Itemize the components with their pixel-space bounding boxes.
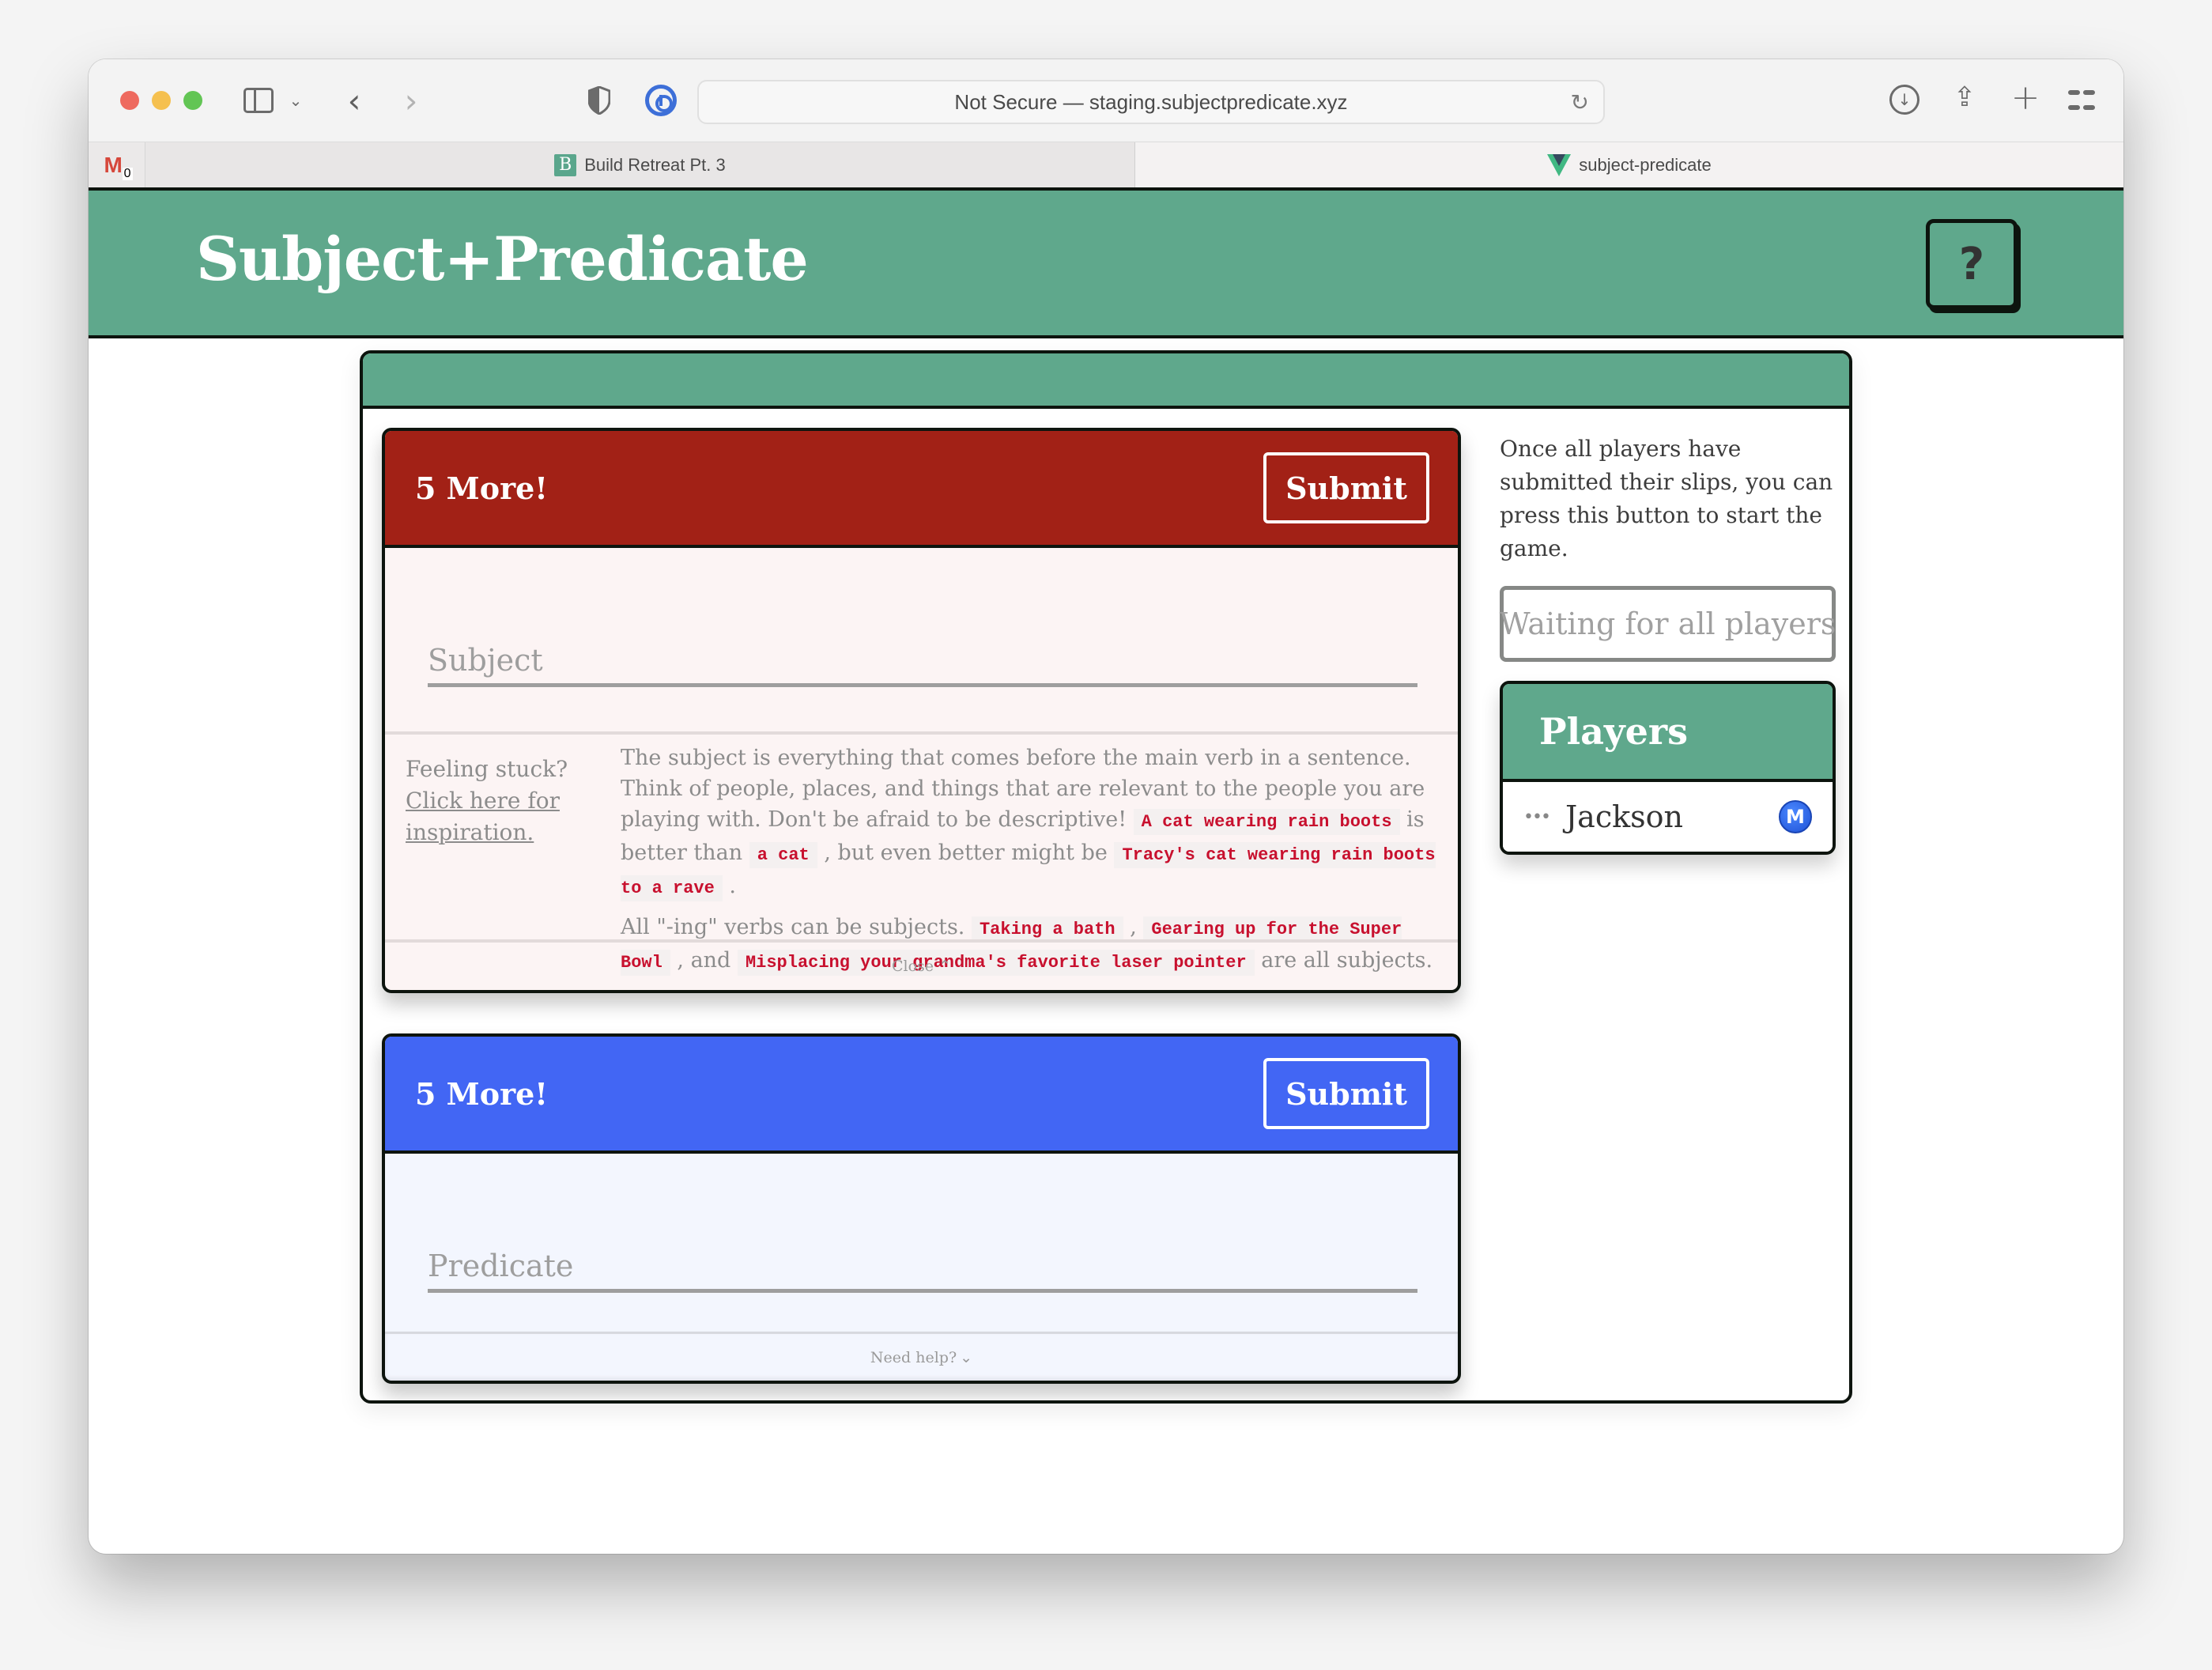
address-bar[interactable]: Not Secure — staging.subjectpredicate.xy… [697,80,1605,124]
subject-help-panel: Feeling stuck? Click here for inspiratio… [385,731,1458,976]
predicate-input[interactable] [428,1242,1417,1293]
forward-icon[interactable]: › [395,80,427,121]
predicate-input-area [385,1154,1458,1337]
card-header-bar [363,353,1849,409]
start-game-button[interactable]: Waiting for all players [1500,586,1836,662]
tab-bar: M 0 B Build Retreat Pt. 3 subject-predic… [89,142,2123,187]
example-code: A cat wearing rain boots [1133,809,1400,835]
new-tab-icon[interactable]: + [2010,77,2041,118]
help-text-span: , but even better might be [824,841,1108,865]
question-mark-icon: ? [1958,238,1985,290]
example-code: a cat [749,842,817,868]
player-name: Jackson [1565,799,1683,834]
build-favicon-icon: B [554,153,577,176]
help-text-span: All "-ing" verbs can be subjects. [621,915,965,939]
players-card: Players ••• Jackson M [1500,681,1836,855]
predicate-slip-header: 5 More! Submit [385,1037,1458,1154]
subject-input-area [385,548,1458,731]
predicate-slip: 5 More! Submit Need help? ⌄ [382,1033,1461,1384]
browser-toolbar: ⌄ ‹ › Not Secure — staging.subjectpredic… [89,59,2123,142]
back-icon[interactable]: ‹ [338,80,370,121]
slip-entry-card: 5 More! Submit Feeling stuck? Click here… [360,350,1852,1404]
url-text: Not Secure — staging.subjectpredicate.xy… [954,89,1348,114]
browser-window: ⌄ ‹ › Not Secure — staging.subjectpredic… [89,59,2123,1554]
need-help-toggle[interactable]: Need help? ⌄ [385,1332,1458,1381]
minimize-window-button[interactable] [152,91,171,110]
player-row: ••• Jackson M [1503,782,1833,852]
reload-icon[interactable]: ↻ [1571,89,1589,115]
app-title: Subject+Predicate [196,224,809,294]
game-sidebar: Once all players have submitted their sl… [1500,433,1836,855]
close-help-label: Close [892,958,934,975]
tab-label: subject-predicate [1579,154,1712,175]
players-title: Players [1503,684,1833,782]
typing-indicator-icon: ••• [1523,807,1551,827]
vue-favicon-icon [1547,153,1572,176]
tab-label: Build Retreat Pt. 3 [584,154,726,175]
inspiration-link[interactable]: Click here for inspiration. [406,785,595,848]
help-text-span: , [1130,915,1137,939]
subject-slip-header: 5 More! Submit [385,431,1458,548]
pinned-tab-gmail[interactable]: M 0 [89,142,145,187]
feeling-stuck-label: Feeling stuck? [406,756,568,782]
password-manager-icon[interactable] [645,85,677,116]
close-help-toggle[interactable]: Close ⌃ [385,939,1458,990]
tab-overview-icon[interactable] [2068,86,2095,113]
help-text-span: . [729,874,737,898]
subject-slip: 5 More! Submit Feeling stuck? Click here… [382,428,1461,993]
start-instructions: Once all players have submitted their sl… [1500,436,1833,561]
predicate-submit-button[interactable]: Submit [1263,1058,1429,1129]
app-header: Subject+Predicate ? [89,187,2123,338]
zoom-window-button[interactable] [183,91,202,110]
chevron-up-icon: ⌃ [938,958,951,975]
subject-submit-button[interactable]: Submit [1263,452,1429,523]
chevron-down-icon: ⌄ [960,1348,973,1366]
gmail-icon: M 0 [104,152,133,180]
sidebar-toggle-icon[interactable] [243,88,274,113]
subject-input[interactable] [428,637,1417,687]
moderator-badge-icon: M [1779,800,1812,833]
need-help-label: Need help? [870,1348,957,1366]
unread-badge: 0 [122,166,133,180]
chevron-down-icon[interactable]: ⌄ [288,86,304,115]
close-window-button[interactable] [120,91,139,110]
tab-subject-predicate[interactable]: subject-predicate [1135,142,2123,187]
tab-build-retreat[interactable]: B Build Retreat Pt. 3 [145,142,1135,187]
predicate-remaining-count: 5 More! [415,1075,548,1112]
feeling-stuck: Feeling stuck? Click here for inspiratio… [406,754,595,848]
privacy-shield-icon[interactable] [588,86,610,115]
help-button[interactable]: ? [1926,219,2018,309]
share-icon[interactable]: ⇪ [1951,78,1978,116]
subject-remaining-count: 5 More! [415,470,548,506]
download-icon[interactable]: ↓ [1889,85,1919,115]
help-paragraph: The subject is everything that comes bef… [621,742,1443,904]
